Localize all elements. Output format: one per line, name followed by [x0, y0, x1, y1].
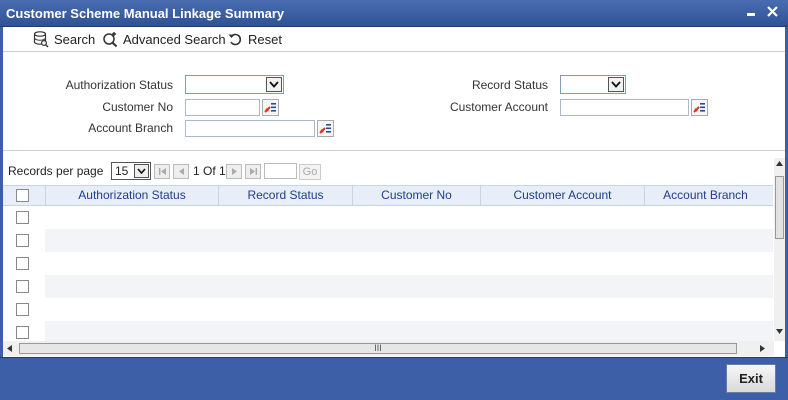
- pager: Records per page 15 1 Of 1 Go: [3, 158, 773, 184]
- last-page-button[interactable]: [245, 164, 261, 179]
- record-status-label: Record Status: [471, 78, 548, 92]
- customer-account-input[interactable]: [560, 99, 689, 116]
- next-page-button[interactable]: [226, 164, 242, 179]
- authorization-status-label: Authorization Status: [65, 78, 173, 92]
- select-all-checkbox[interactable]: [16, 189, 29, 202]
- table-row: [3, 275, 773, 298]
- column-header-customer-no[interactable]: Customer No: [352, 186, 480, 205]
- authorization-status-select[interactable]: [185, 75, 284, 94]
- table-row: [3, 206, 773, 229]
- reset-icon: [228, 33, 242, 45]
- previous-page-button[interactable]: [173, 164, 189, 179]
- scroll-down-icon[interactable]: [776, 329, 783, 335]
- row-checkbox[interactable]: [16, 257, 29, 270]
- chevron-down-icon: [266, 77, 282, 92]
- account-branch-label: Account Branch: [88, 121, 173, 135]
- previous-page-icon: [178, 168, 184, 175]
- row-checkbox[interactable]: [16, 326, 29, 339]
- customer-account-label: Customer Account: [449, 100, 548, 114]
- next-page-icon: [231, 168, 237, 175]
- records-per-page-value: 15: [115, 164, 129, 178]
- records-per-page-select[interactable]: 15: [111, 162, 151, 180]
- reset-label: Reset: [248, 31, 282, 47]
- close-button[interactable]: [763, 3, 781, 21]
- customer-no-input[interactable]: [185, 99, 260, 116]
- close-icon: [766, 6, 778, 17]
- minimize-icon: [747, 13, 755, 16]
- row-checkbox[interactable]: [16, 303, 29, 316]
- advanced-search-icon: [103, 31, 118, 47]
- customer-no-lov-icon[interactable]: [262, 99, 279, 116]
- search-label: Search: [54, 31, 96, 47]
- chevron-down-icon: [134, 164, 149, 178]
- exit-button[interactable]: Exit: [726, 364, 776, 393]
- chevron-down-icon: [608, 77, 624, 92]
- search-form: Authorization Status Customer No Account…: [3, 51, 785, 151]
- go-to-page-input[interactable]: [264, 163, 297, 179]
- vertical-scroll-thumb[interactable]: [775, 176, 784, 239]
- table-row: [3, 252, 773, 275]
- advanced-search-label: Advanced Search: [123, 31, 226, 47]
- search-button[interactable]: Search: [33, 29, 95, 49]
- column-header-customer-account[interactable]: Customer Account: [480, 186, 644, 205]
- scroll-left-icon[interactable]: [7, 345, 13, 352]
- footer-bar: Exit: [0, 357, 788, 400]
- records-per-page-label: Records per page: [8, 164, 104, 178]
- page-of-indicator: 1 Of 1: [193, 164, 226, 178]
- column-header-authorization-status[interactable]: Authorization Status: [45, 186, 218, 205]
- vertical-scrollbar[interactable]: [774, 158, 785, 341]
- window-titlebar: Customer Scheme Manual Linkage Summary: [0, 0, 788, 27]
- database-search-icon: [33, 30, 49, 47]
- account-branch-lov-icon[interactable]: [317, 120, 334, 137]
- column-header-account-branch[interactable]: Account Branch: [644, 186, 766, 205]
- reset-button[interactable]: Reset: [228, 29, 282, 49]
- form-grid-separator: [3, 151, 785, 158]
- scroll-up-icon[interactable]: [776, 161, 783, 167]
- customer-account-lov-icon[interactable]: [691, 99, 708, 116]
- table-row: [3, 229, 773, 252]
- first-page-button[interactable]: [154, 164, 170, 179]
- grid-header: Authorization Status Record Status Custo…: [3, 185, 773, 206]
- row-checkbox[interactable]: [16, 280, 29, 293]
- results-grid: Records per page 15 1 Of 1 Go Authorizat…: [3, 158, 785, 357]
- horizontal-scrollbar[interactable]: III: [3, 341, 774, 356]
- record-status-select[interactable]: [560, 75, 626, 94]
- go-button[interactable]: Go: [299, 164, 321, 180]
- window-title: Customer Scheme Manual Linkage Summary: [6, 6, 285, 21]
- column-header-record-status[interactable]: Record Status: [218, 186, 352, 205]
- minimize-button[interactable]: [742, 3, 760, 21]
- advanced-search-button[interactable]: Advanced Search: [102, 29, 226, 49]
- horizontal-scroll-thumb[interactable]: III: [19, 343, 737, 354]
- row-checkbox[interactable]: [16, 234, 29, 247]
- table-row: [3, 321, 773, 341]
- first-page-icon: [158, 168, 166, 175]
- toolbar: Search Advanced Search Reset: [3, 27, 785, 51]
- table-row: [3, 298, 773, 321]
- row-checkbox[interactable]: [16, 211, 29, 224]
- scroll-right-icon[interactable]: [760, 345, 766, 352]
- account-branch-input[interactable]: [185, 120, 315, 137]
- customer-no-label: Customer No: [102, 100, 173, 114]
- last-page-icon: [249, 168, 257, 175]
